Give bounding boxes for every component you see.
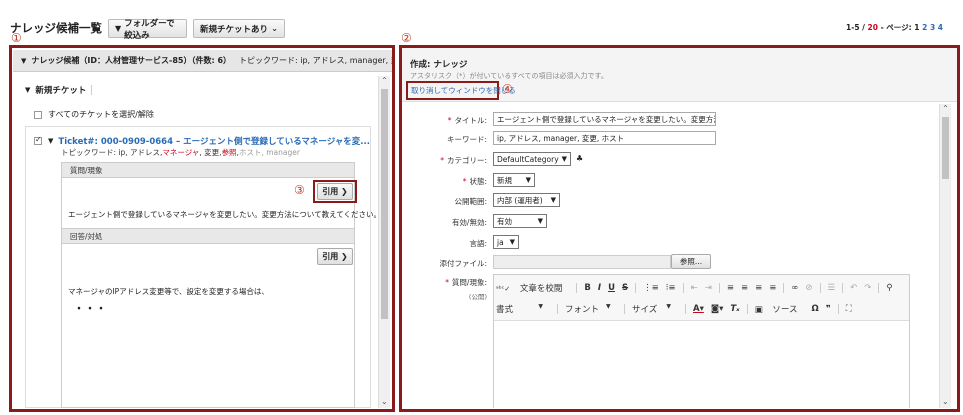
question-section-header: 質問/現象 (61, 162, 355, 178)
page-4-link[interactable]: 4 (938, 23, 943, 32)
pagination: 1-5 / 20 - ページ: 1 2 3 4 (846, 23, 943, 32)
annotation-1: ① (11, 31, 22, 45)
folder-filter-button[interactable]: ▼ フォルダーで絞込み (108, 19, 187, 41)
source-icon: ▣ (754, 305, 763, 315)
qa-sublabel: (公開) (468, 293, 487, 301)
category-tree-icon[interactable]: ♣ (576, 154, 583, 163)
chevron-down-icon: ⌄ (271, 24, 278, 33)
valid-label: 有効/無効: (451, 218, 487, 227)
candidate-header[interactable]: ▼ ナレッジ候補（ID：人材管理サービス-85）（件数: 6） トピックワード:… (13, 50, 392, 72)
left-scrollbar[interactable]: ⌃ ⌄ (378, 76, 390, 408)
attach-path-input[interactable] (493, 255, 671, 269)
quote-question-button[interactable]: 引用 ❯ (317, 183, 353, 200)
bg-color-icon[interactable]: ◙▾ (711, 304, 724, 314)
ticket-keywords: トピックワード: ip, アドレス, マネージャ, 変更, 参照, ホスト, m… (61, 148, 300, 157)
select-all-checkbox[interactable]: すべてのチケットを選択/解除 (34, 109, 154, 120)
category-label: * カテゴリー: (440, 156, 487, 165)
form-title: 作成: ナレッジ (410, 60, 468, 70)
format-dropdown[interactable]: 書式 ▼ (496, 303, 550, 315)
align-center-icon[interactable]: ≡ (741, 283, 748, 293)
ticket-link[interactable]: Ticket#: 000-0909-0664 – エージェント側で登録しているマ… (58, 135, 370, 147)
cancel-close-link[interactable]: 取り消してウィンドウを閉じる (411, 85, 516, 96)
category-select[interactable]: DefaultCategory ▼ (493, 152, 571, 166)
new-tickets-toggle[interactable]: ▼ 新規チケット (25, 84, 93, 96)
size-dropdown[interactable]: サイズ ▼ (632, 303, 678, 315)
lang-select[interactable]: ja ▼ (493, 235, 519, 249)
bold-button[interactable]: B (584, 283, 590, 293)
keyword-input[interactable]: ip, アドレス, manager, 変更, ホスト (493, 131, 716, 145)
filter-icon: ▼ (115, 24, 122, 33)
triangle-down-icon: ▼ (25, 86, 31, 94)
toolbar-row-1: ᵃᵇᶜ✓ 文章を校閲 B I U S ⋮≡ ⁝≡ ⇤ ⇥ ≡ ≡ ≡ ≡ ∞ ⊘… (496, 282, 900, 294)
align-left-icon[interactable]: ≡ (727, 283, 734, 293)
toolbar-row-2: 書式 ▼ フォント ▼ サイズ ▼ A▾ ◙▾ Tₓ ▣ ソース Ω ❞ ⛶ (496, 303, 859, 315)
align-justify-icon[interactable]: ≡ (769, 283, 776, 293)
lang-label: 言語: (469, 239, 487, 248)
strike-button[interactable]: S (622, 283, 628, 293)
scroll-down-icon[interactable]: ⌄ (381, 397, 388, 406)
new-ticket-filter-select[interactable]: 新規チケットあり ⌄ (193, 19, 285, 38)
triangle-down-icon: ▼ (21, 56, 27, 65)
page-2-link[interactable]: 2 (922, 23, 927, 32)
clear-format-icon[interactable]: Tₓ (730, 304, 739, 314)
answer-text: マネージャのIPアドレス変更等で、設定を変更する場合は、 (68, 287, 269, 296)
ticket-row: ▼ Ticket#: 000-0909-0664 – エージェント側で登録してい… (34, 135, 370, 147)
search-icon[interactable]: ⚲ (886, 283, 892, 293)
hr-icon[interactable]: ☰ (828, 283, 836, 293)
spellcheck-icon: ᵃᵇᶜ✓ (496, 285, 511, 293)
ticket-detail (61, 162, 355, 408)
maximize-icon[interactable]: ⛶ (846, 304, 852, 314)
annotation-4: ④ (502, 82, 513, 96)
ticket-checkbox[interactable] (34, 135, 42, 145)
page-1-link[interactable]: 1 (914, 23, 919, 32)
indent-icon[interactable]: ⇥ (705, 283, 712, 293)
unlink-icon[interactable]: ⊘ (805, 283, 812, 293)
left-scroll-thumb[interactable] (381, 89, 388, 319)
attach-label: 添付ファイル: (439, 259, 487, 268)
state-label: * 状態: (462, 177, 487, 186)
state-select[interactable]: 新規 ▼ (493, 173, 535, 187)
annotation-3: ③ (294, 183, 305, 197)
quote-icon[interactable]: ❞ (826, 304, 831, 314)
keyword-label: キーワード: (446, 135, 487, 144)
page-3-link[interactable]: 3 (930, 23, 935, 32)
question-text: エージェント側で登録しているマネージャを変更したい。変更方法について教えてくださ… (68, 210, 381, 219)
bullet-list-icon[interactable]: ⁝≡ (666, 283, 676, 293)
scope-label: 公開範囲: (454, 197, 487, 206)
title-input[interactable]: エージェント側で登録しているマネージャを変更したい。変更方法について (493, 112, 716, 126)
quote-answer-button[interactable]: 引用 ❯ (317, 248, 353, 265)
browse-button[interactable]: 参照... (671, 254, 711, 269)
scroll-up-icon[interactable]: ⌃ (379, 76, 390, 85)
underline-button[interactable]: U (608, 283, 615, 293)
link-icon[interactable]: ∞ (791, 283, 798, 293)
page-title: ナレッジ候補一覧 (10, 21, 102, 35)
italic-button[interactable]: I (598, 283, 601, 293)
scroll-up-icon[interactable]: ⌃ (940, 104, 951, 113)
right-scroll-thumb[interactable] (942, 117, 949, 179)
redo-icon[interactable]: ↷ (864, 283, 871, 293)
font-dropdown[interactable]: フォント ▼ (565, 303, 617, 315)
right-scrollbar[interactable]: ⌃ ⌄ (939, 104, 951, 408)
spellcheck-button[interactable]: ᵃᵇᶜ✓ 文章を校閲 (496, 282, 569, 294)
checkbox[interactable] (34, 110, 42, 119)
valid-select[interactable]: 有効 ▼ (493, 214, 547, 228)
qa-label: * 質問/現象: (445, 278, 487, 287)
title-label: * タイトル: (447, 116, 487, 125)
answer-section-header: 回答/対処 (61, 228, 355, 244)
triangle-down-icon: ▼ (48, 137, 54, 145)
special-char-icon[interactable]: Ω (812, 304, 819, 314)
align-right-icon[interactable]: ≡ (755, 283, 762, 293)
scroll-down-icon[interactable]: ⌄ (942, 397, 949, 406)
source-button[interactable]: ▣ ソース (755, 303, 805, 315)
text-color-icon[interactable]: A▾ (693, 304, 704, 314)
undo-icon[interactable]: ↶ (850, 283, 857, 293)
outdent-icon[interactable]: ⇤ (691, 283, 698, 293)
ellipsis: ・・・ (74, 304, 107, 315)
annotation-2: ② (401, 31, 412, 45)
required-note: アスタリスク（*）が付いているすべての項目は必須入力です。 (410, 72, 608, 80)
scope-select[interactable]: 内部 (運用者) ▼ (493, 193, 560, 207)
numbered-list-icon[interactable]: ⋮≡ (643, 283, 659, 293)
